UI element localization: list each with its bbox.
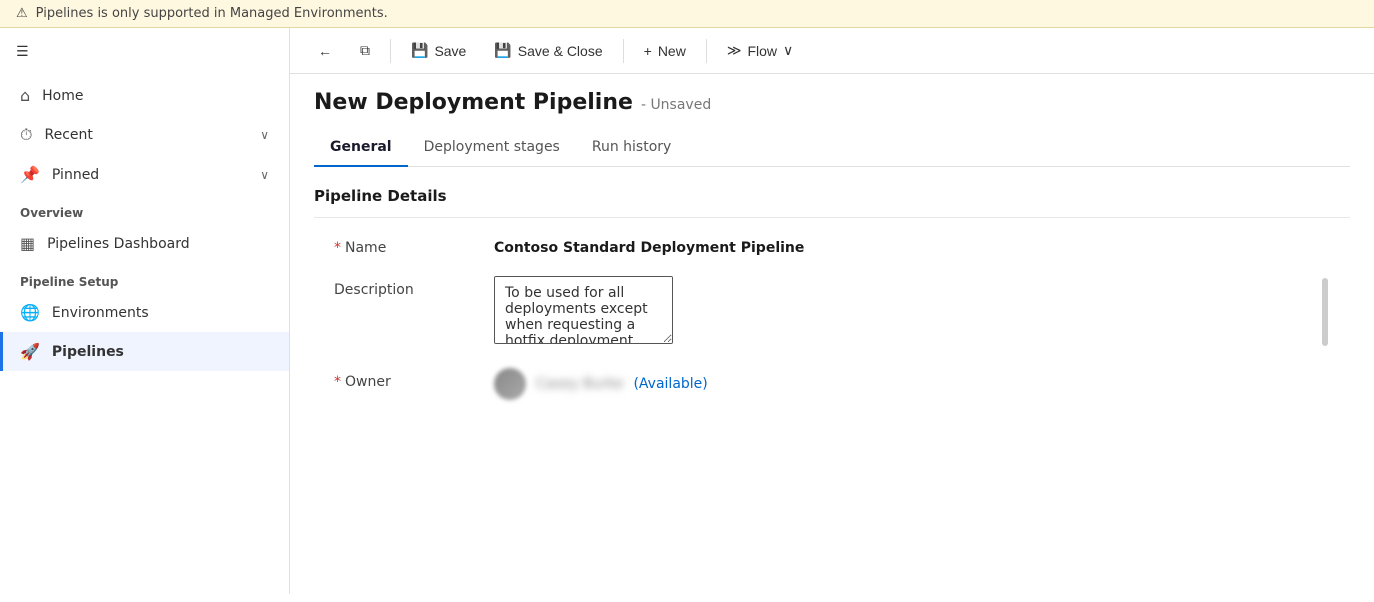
sidebar-item-environments[interactable]: 🌐 Environments bbox=[0, 293, 289, 332]
back-icon: ← bbox=[318, 43, 332, 59]
page-header: New Deployment Pipeline - Unsaved Genera… bbox=[290, 74, 1374, 167]
sidebar-item-label: Pinned bbox=[52, 167, 99, 183]
toolbar-separator-2 bbox=[623, 39, 624, 63]
description-textarea[interactable]: To be used for all deployments except wh… bbox=[494, 276, 673, 344]
external-link-button[interactable]: ⧉ bbox=[348, 36, 382, 65]
flow-button[interactable]: ≫ Flow ∨ bbox=[715, 36, 805, 65]
sidebar-item-label: Environments bbox=[52, 305, 149, 321]
name-field-row: *Name Contoso Standard Deployment Pipeli… bbox=[314, 234, 1350, 256]
flow-icon: ≫ bbox=[727, 42, 742, 59]
sidebar-item-label: Recent bbox=[44, 127, 92, 143]
description-field-row: Description To be used for all deploymen… bbox=[314, 276, 1350, 348]
tab-general[interactable]: General bbox=[314, 131, 408, 167]
tab-run-history[interactable]: Run history bbox=[576, 131, 687, 167]
sidebar-item-label: Pipelines bbox=[52, 344, 124, 360]
save-close-button[interactable]: 💾 Save & Close bbox=[482, 36, 614, 65]
owner-label: *Owner bbox=[334, 368, 474, 390]
banner-message: Pipelines is only supported in Managed E… bbox=[36, 6, 388, 21]
name-value: Contoso Standard Deployment Pipeline bbox=[494, 234, 1330, 256]
chevron-down-icon: ∨ bbox=[260, 128, 269, 142]
sidebar-item-recent[interactable]: ⏱ Recent ∨ bbox=[0, 115, 289, 155]
new-label: New bbox=[658, 43, 686, 59]
sidebar-item-label: Pipelines Dashboard bbox=[47, 236, 190, 252]
sidebar-section-overview: Overview bbox=[0, 194, 289, 224]
external-link-icon: ⧉ bbox=[360, 42, 370, 59]
new-button[interactable]: + New bbox=[632, 37, 698, 65]
owner-status: (Available) bbox=[633, 376, 707, 392]
flow-label: Flow bbox=[747, 43, 777, 59]
save-icon: 💾 bbox=[411, 42, 428, 59]
save-close-label: Save & Close bbox=[518, 43, 603, 59]
flow-chevron-icon: ∨ bbox=[783, 42, 793, 59]
sidebar-item-label: Home bbox=[42, 88, 83, 104]
tab-deployment-stages[interactable]: Deployment stages bbox=[408, 131, 576, 167]
back-button[interactable]: ← bbox=[306, 37, 344, 65]
name-label: *Name bbox=[334, 234, 474, 256]
sidebar-section-pipeline-setup: Pipeline Setup bbox=[0, 263, 289, 293]
owner-value: Casey Burke (Available) bbox=[494, 368, 708, 400]
tabs: General Deployment stages Run history bbox=[314, 131, 1350, 167]
hamburger-icon: ☰ bbox=[16, 44, 29, 60]
managed-env-banner: ⚠ Pipelines is only supported in Managed… bbox=[0, 0, 1374, 28]
page-status: - Unsaved bbox=[641, 97, 711, 113]
save-close-icon: 💾 bbox=[494, 42, 511, 59]
content-area: Pipeline Details *Name Contoso Standard … bbox=[290, 167, 1374, 594]
pipeline-icon: 🚀 bbox=[20, 342, 40, 361]
pin-icon: 📌 bbox=[20, 165, 40, 184]
description-textarea-wrapper: To be used for all deployments except wh… bbox=[494, 276, 1330, 348]
toolbar: ← ⧉ 💾 Save 💾 Save & Close + New ≫ F bbox=[290, 28, 1374, 74]
sidebar-item-pipelines[interactable]: 🚀 Pipelines bbox=[0, 332, 289, 371]
globe-icon: 🌐 bbox=[20, 303, 40, 322]
avatar bbox=[494, 368, 526, 400]
sidebar-item-pinned[interactable]: 📌 Pinned ∨ bbox=[0, 155, 289, 194]
plus-icon: + bbox=[644, 43, 652, 59]
owner-field-row: *Owner Casey Burke (Available) bbox=[314, 368, 1350, 400]
dashboard-icon: ▦ bbox=[20, 234, 35, 253]
toolbar-separator bbox=[390, 39, 391, 63]
recent-icon: ⏱ bbox=[20, 125, 32, 145]
sidebar: ☰ ⌂ Home ⏱ Recent ∨ 📌 Pinned ∨ Overview … bbox=[0, 28, 290, 594]
chevron-down-icon: ∨ bbox=[260, 168, 269, 182]
sidebar-item-pipelines-dashboard[interactable]: ▦ Pipelines Dashboard bbox=[0, 224, 289, 263]
description-label: Description bbox=[334, 276, 474, 298]
toolbar-separator-3 bbox=[706, 39, 707, 63]
home-icon: ⌂ bbox=[20, 86, 30, 105]
owner-name: Casey Burke bbox=[536, 376, 623, 392]
page-title-row: New Deployment Pipeline - Unsaved bbox=[314, 90, 1350, 115]
hamburger-menu[interactable]: ☰ bbox=[0, 32, 289, 76]
save-button[interactable]: 💾 Save bbox=[399, 36, 478, 65]
banner-icon: ⚠ bbox=[16, 6, 28, 21]
sidebar-item-home[interactable]: ⌂ Home bbox=[0, 76, 289, 115]
textarea-scrollbar[interactable] bbox=[1322, 278, 1328, 346]
required-indicator: * bbox=[334, 240, 341, 256]
page-title: New Deployment Pipeline bbox=[314, 90, 633, 115]
save-label: Save bbox=[434, 43, 466, 59]
section-title: Pipeline Details bbox=[314, 187, 1350, 218]
main-content: ← ⧉ 💾 Save 💾 Save & Close + New ≫ F bbox=[290, 28, 1374, 594]
required-indicator: * bbox=[334, 374, 341, 390]
